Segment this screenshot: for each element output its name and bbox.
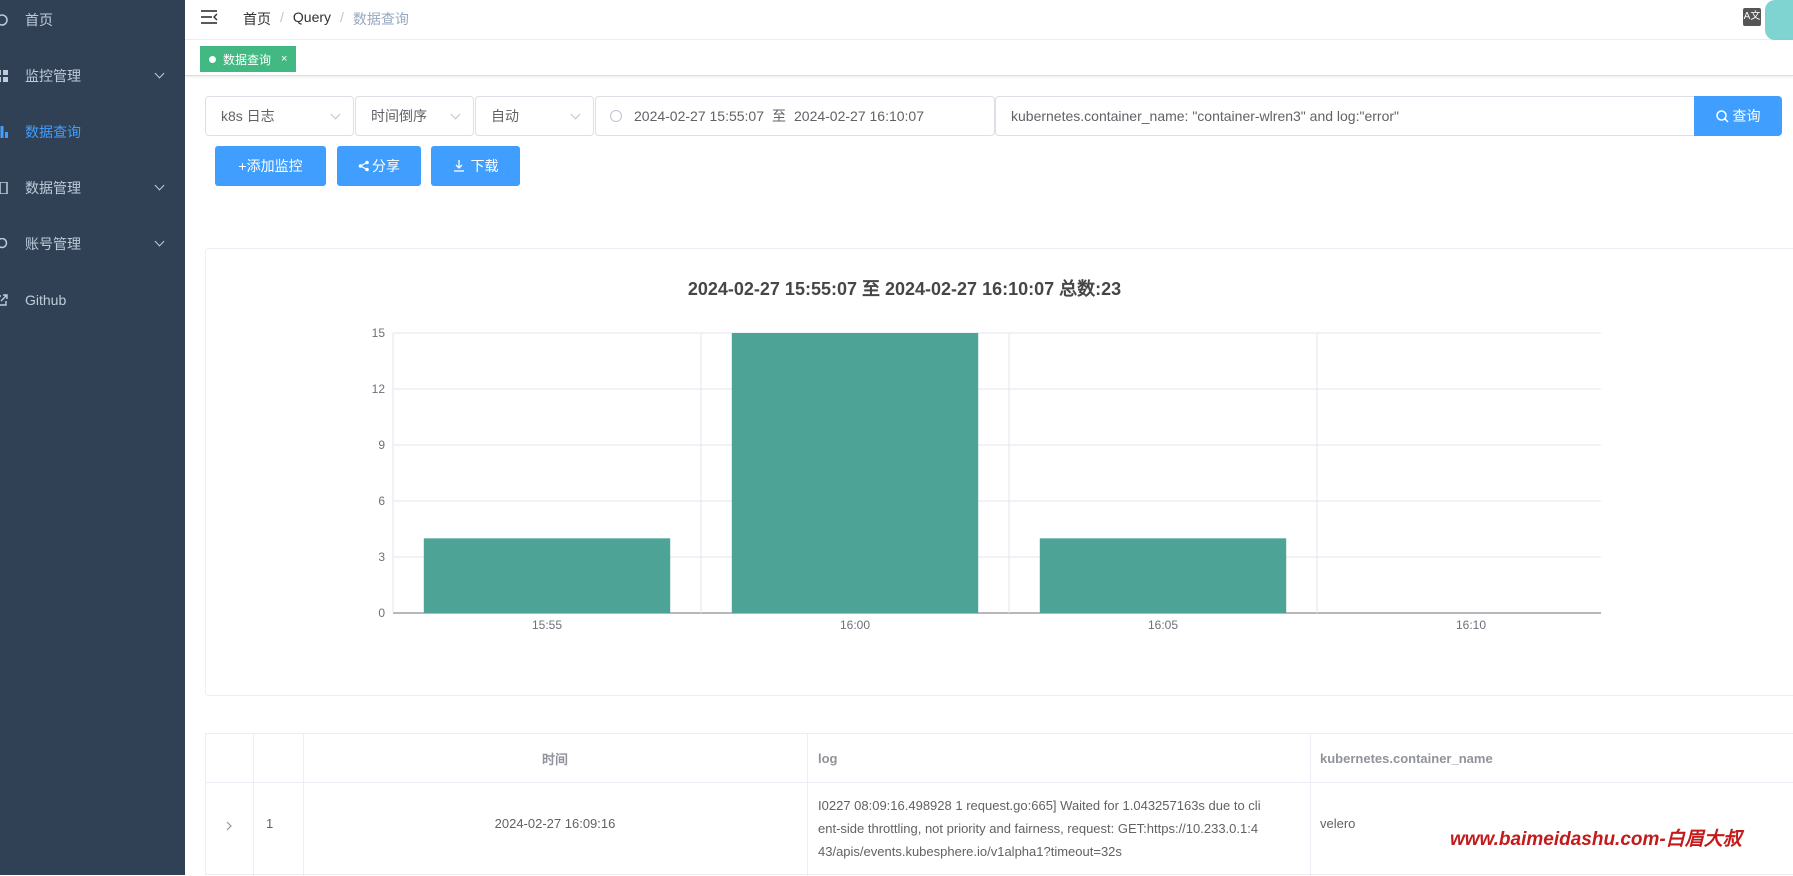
tag-query[interactable]: 数据查询 ×: [200, 46, 297, 72]
breadcrumb-query[interactable]: Query: [293, 9, 331, 29]
hamburger-icon[interactable]: [201, 9, 219, 25]
query-button-label: 查询: [1732, 108, 1761, 124]
y-tick-label: 15: [372, 326, 386, 340]
source-select-value: k8s 日志: [221, 108, 275, 124]
date-range-picker[interactable]: 2024-02-27 15:55:07 至 2024-02-27 16:10:0…: [595, 96, 995, 136]
log-line: 43/apis/events.kubesphere.io/v1alpha1?ti…: [818, 844, 1122, 859]
tags-view: 数据查询 ×: [185, 40, 1793, 76]
sidebar: 首页 监控管理 数据查询 数据管理 账号管理 Github: [0, 0, 185, 875]
watermark: www.baimeidashu.com-白眉大叔: [1450, 829, 1742, 850]
sidebar-item-data[interactable]: 数据管理: [0, 160, 185, 216]
tag-label: 数据查询: [223, 52, 272, 67]
row-time: 2024-02-27 16:09:16: [494, 816, 616, 831]
date-start[interactable]: 2024-02-27 15:55:07: [634, 108, 764, 124]
close-icon[interactable]: ×: [281, 53, 287, 65]
dashboard-icon: [0, 14, 8, 26]
row-log: I0227 08:09:16.498928 1 request.go:665] …: [818, 794, 1303, 863]
sidebar-item-label: 首页: [25, 12, 53, 28]
x-tick-label: 16:10: [1456, 618, 1486, 632]
date-end[interactable]: 2024-02-27 16:10:07: [794, 108, 924, 124]
clock-icon: [610, 110, 622, 122]
sidebar-item-query[interactable]: 数据查询: [0, 104, 185, 160]
x-tick-label: 16:00: [840, 618, 870, 632]
search-icon: [1715, 109, 1729, 123]
sidebar-item-label: 账号管理: [25, 236, 81, 252]
chevron-down-icon: [154, 68, 165, 79]
share-button-label: 分享: [372, 158, 400, 174]
y-tick-label: 12: [372, 382, 386, 396]
x-tick-label: 16:05: [1148, 618, 1178, 632]
book-icon: [0, 182, 8, 194]
active-dot-icon: [209, 55, 216, 63]
breadcrumb-home[interactable]: 首页: [243, 9, 271, 29]
breadcrumb-current: 数据查询: [352, 11, 409, 27]
add-monitor-button[interactable]: +添加监控: [215, 146, 326, 186]
sidebar-item-account[interactable]: 账号管理: [0, 216, 185, 272]
sidebar-item-label: 监控管理: [25, 68, 81, 84]
chart-icon: [0, 126, 8, 138]
y-tick-label: 3: [378, 550, 385, 564]
sidebar-item-label: 数据管理: [25, 180, 81, 196]
chevron-down-icon: [154, 236, 165, 247]
sidebar-item-monitor[interactable]: 监控管理: [0, 48, 185, 104]
monitor-icon: [0, 70, 8, 82]
bar: [731, 333, 979, 613]
log-line: I0227 08:09:16.498928 1 request.go:665] …: [818, 798, 1261, 813]
interval-select-value: 自动: [491, 108, 519, 124]
account-icon: [0, 238, 8, 249]
source-select[interactable]: k8s 日志: [205, 96, 354, 136]
sidebar-item-github[interactable]: Github: [0, 272, 185, 328]
y-tick-label: 9: [378, 438, 385, 452]
query-button[interactable]: 查询: [1694, 96, 1782, 136]
external-link-icon: [0, 294, 8, 306]
row-index: 1: [266, 816, 274, 831]
breadcrumb-separator: /: [280, 9, 284, 25]
query-input[interactable]: kubernetes.container_name: "container-wl…: [995, 96, 1696, 136]
breadcrumb-separator: /: [340, 9, 344, 25]
sidebar-item-label: 数据查询: [25, 124, 81, 140]
breadcrumb: 首页 / Query / 数据查询: [243, 9, 409, 29]
chevron-down-icon: [570, 109, 581, 120]
chevron-down-icon: [450, 109, 461, 120]
chevron-down-icon: [330, 109, 341, 120]
chevron-down-icon: [154, 180, 165, 191]
y-tick-label: 6: [378, 494, 385, 508]
order-select-value: 时间倒序: [371, 108, 427, 124]
avatar[interactable]: [1765, 0, 1793, 40]
x-tick-label: 15:55: [532, 618, 562, 632]
download-icon: [453, 160, 464, 172]
y-tick-label: 0: [378, 606, 385, 620]
download-button[interactable]: 下载: [431, 146, 520, 186]
sidebar-item-home[interactable]: 首页: [0, 0, 185, 48]
interval-select[interactable]: 自动: [475, 96, 594, 136]
row-container: velero: [1320, 816, 1356, 831]
log-line: ent-side throttling, not priority and fa…: [818, 821, 1259, 836]
bar: [423, 538, 671, 613]
share-icon: [358, 160, 369, 172]
bar: [1039, 538, 1287, 613]
share-button[interactable]: 分享: [337, 146, 421, 186]
expand-row-icon[interactable]: [225, 819, 235, 831]
download-button-label: 下载: [470, 158, 499, 174]
date-separator: 至: [772, 108, 786, 124]
histogram-chart: 0 3 6 9 12 15 15:55 16:00 16:05 16:10: [372, 326, 1601, 632]
navbar: 首页 / Query / 数据查询 A文: [185, 0, 1793, 40]
order-select[interactable]: 时间倒序: [355, 96, 474, 136]
chart-card: 2024-02-27 15:55:07 至 2024-02-27 16:10:0…: [205, 248, 1793, 696]
sidebar-item-label: Github: [25, 292, 67, 308]
language-icon[interactable]: A文: [1743, 8, 1761, 26]
results-table: 时间 log kubernetes.container_name 1 2024-…: [205, 733, 1793, 876]
